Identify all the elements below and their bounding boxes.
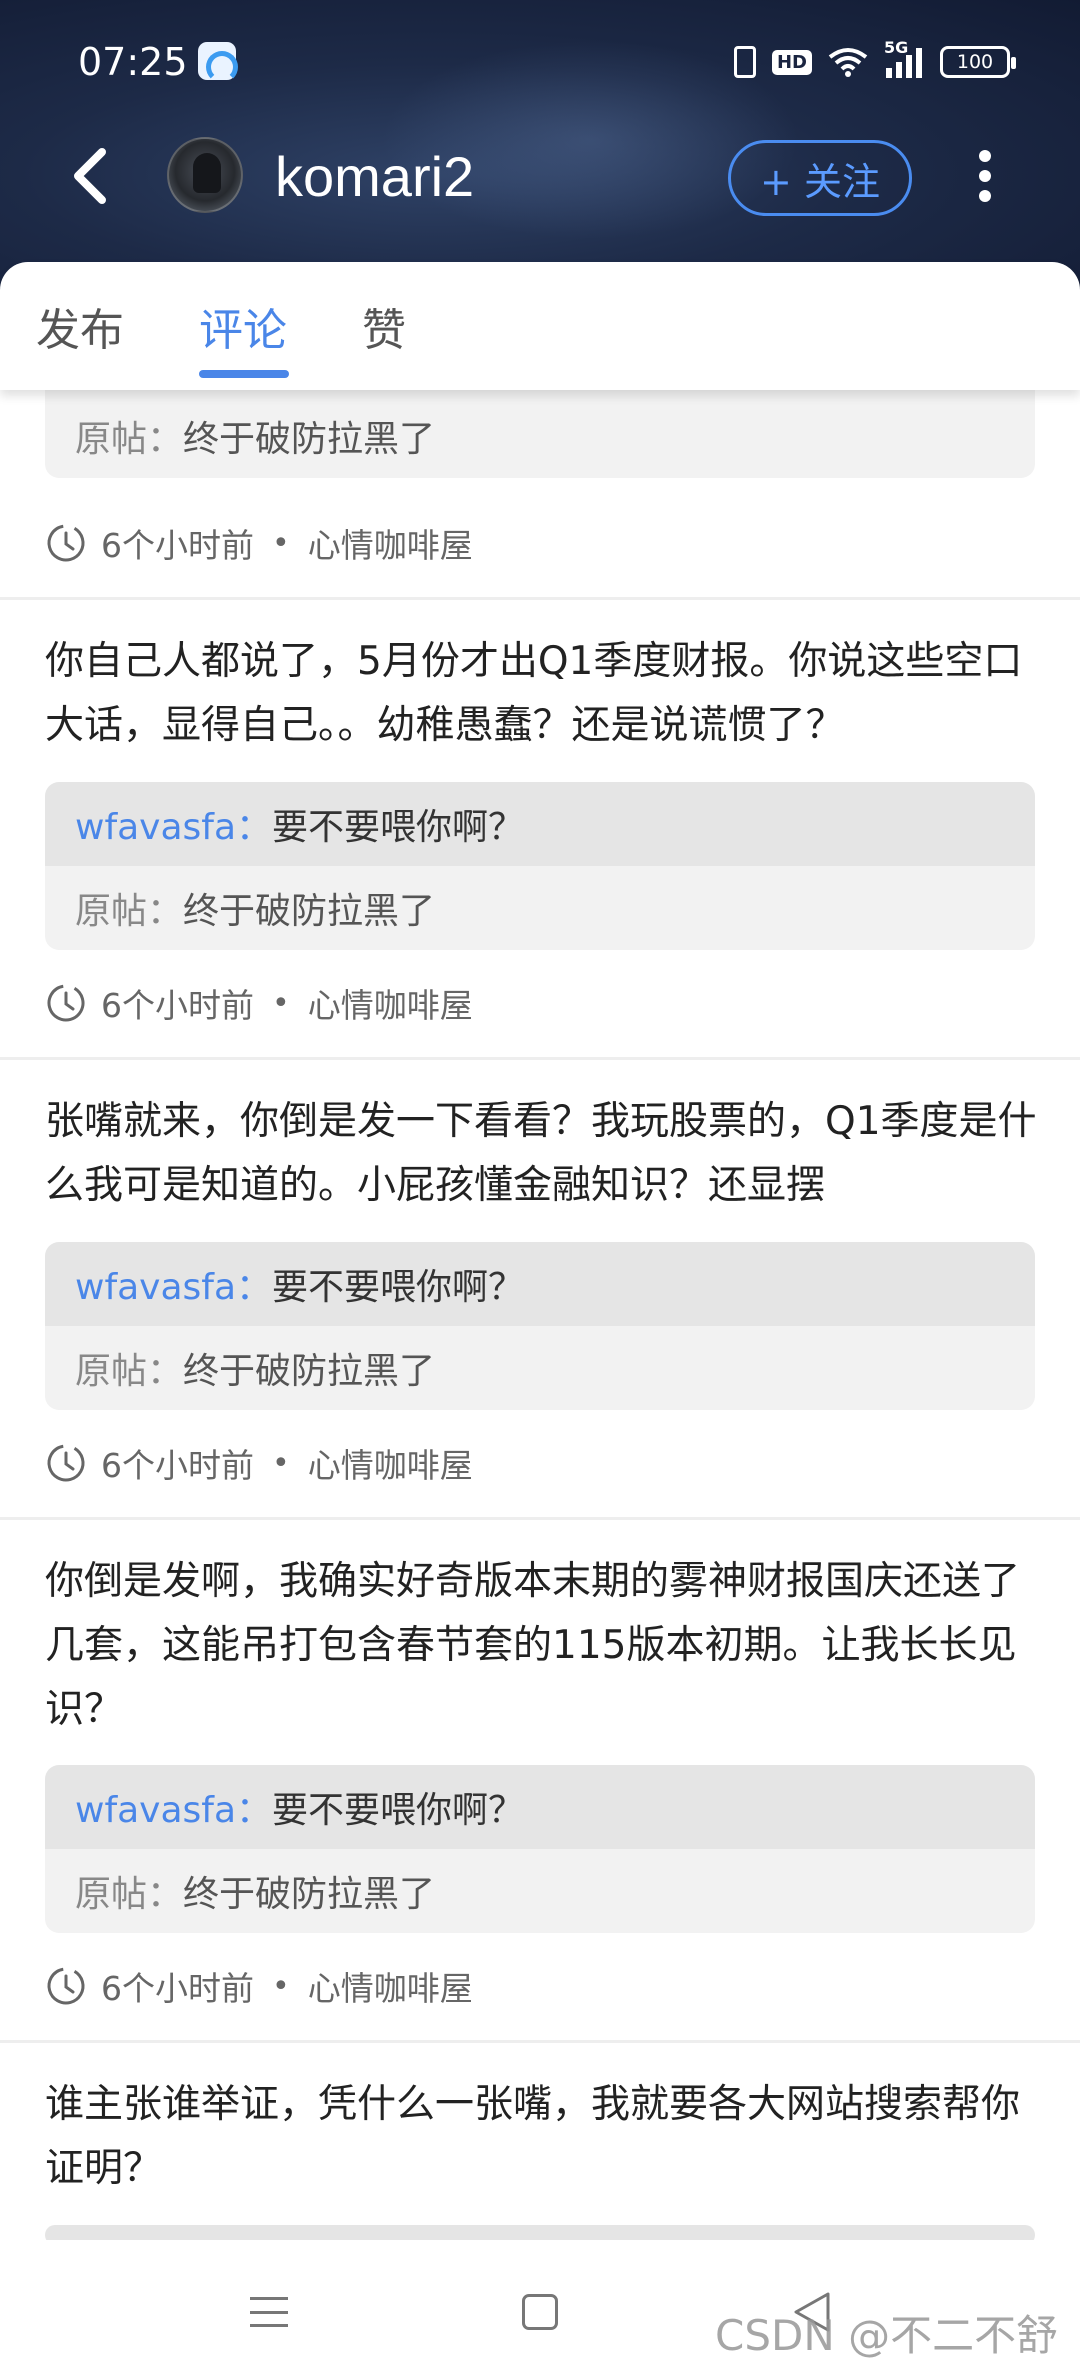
forum-name[interactable]: 心情咖啡屋 bbox=[308, 1439, 473, 1487]
forum-name[interactable]: 心情咖啡屋 bbox=[308, 519, 473, 567]
clock-icon bbox=[47, 1444, 85, 1482]
vibrate-icon bbox=[733, 46, 756, 78]
network-type-label: 5G bbox=[884, 38, 909, 57]
app-notification-icon bbox=[198, 42, 238, 83]
original-post[interactable]: 原帖： 终于破防拉黑了 bbox=[45, 1849, 1035, 1933]
comment-meta: 6个小时前 • 心情咖啡屋 bbox=[45, 978, 473, 1028]
tab-active-indicator bbox=[199, 370, 289, 378]
watermark: CSDN @不二不舒服 bbox=[715, 2311, 1059, 2375]
profile-username: komari2 bbox=[275, 145, 475, 208]
system-icons: HD 5G 100 bbox=[733, 38, 1016, 80]
comment-time: 6个小时前 bbox=[101, 1969, 254, 2008]
comment-text[interactable]: 你倒是发啊，我确实好奇版本末期的雾神财报国庆还送了几套，这能吊打包含春节套的11… bbox=[45, 1550, 1045, 1742]
hd-badge: HD bbox=[771, 49, 812, 75]
back-arrow-icon bbox=[74, 148, 106, 204]
forum-name[interactable]: 心情咖啡屋 bbox=[308, 1962, 473, 2010]
original-post-title: 终于破防拉黑了 bbox=[183, 1351, 436, 1392]
reply-text: 要不要喂你啊？ bbox=[272, 1790, 525, 1831]
more-options-button[interactable] bbox=[970, 144, 1000, 208]
wifi-icon bbox=[828, 47, 868, 77]
original-post-label: 原帖： bbox=[75, 891, 184, 932]
original-post[interactable]: 原帖： 终于破防拉黑了 bbox=[45, 1326, 1035, 1410]
quote-box[interactable]: wfavasfa： 要不要喂你啊？ 原帖： 终于破防拉黑了 bbox=[45, 1242, 1035, 1410]
system-navigation-bar: CSDN @不二不舒服 bbox=[0, 2240, 1080, 2375]
clock-icon bbox=[47, 524, 85, 562]
replied-comment[interactable]: wfavasfa： 要不要喂你啊？ bbox=[45, 1242, 1035, 1326]
status-bar: 07:25 HD 5G 100 bbox=[0, 0, 1080, 120]
forum-name[interactable]: 心情咖啡屋 bbox=[308, 979, 473, 1027]
divider bbox=[0, 2040, 1080, 2043]
reply-username[interactable]: wfavasfa： bbox=[75, 1781, 272, 1833]
menu-icon[interactable] bbox=[250, 2297, 288, 2327]
follow-button[interactable]: + 关注 bbox=[728, 140, 912, 216]
meta-separator: • bbox=[272, 525, 290, 561]
quote-box[interactable]: wfavasfa： 要不要喂你啊？ 原帖： 终于破防拉黑了 bbox=[45, 1765, 1035, 1933]
comment-time: 6个小时前 bbox=[101, 986, 254, 1025]
profile-tabs: 发布 评论 赞 bbox=[0, 262, 1080, 390]
original-post-title: 终于破防拉黑了 bbox=[183, 1874, 436, 1915]
home-square-icon[interactable] bbox=[522, 2294, 558, 2330]
original-post-title: 终于破防拉黑了 bbox=[183, 419, 436, 460]
original-post-label: 原帖： bbox=[75, 1874, 184, 1915]
original-post-title: 终于破防拉黑了 bbox=[183, 891, 436, 932]
original-post[interactable]: 原帖： 终于破防拉黑了 bbox=[45, 866, 1035, 950]
comment-meta: 6个小时前 • 心情咖啡屋 bbox=[45, 1438, 473, 1488]
quote-box[interactable] bbox=[45, 2225, 1035, 2240]
comment-time: 6个小时前 bbox=[101, 526, 254, 565]
comment-text[interactable]: 张嘴就来，你倒是发一下看看？我玩股票的，Q1季度是什么我可是知道的。小屁孩懂金融… bbox=[45, 1090, 1045, 1218]
more-vertical-icon bbox=[979, 150, 991, 162]
original-post-label: 原帖： bbox=[75, 1351, 184, 1392]
original-post-label: 原帖： bbox=[75, 419, 184, 460]
meta-separator: • bbox=[272, 1968, 290, 2004]
comment-list: 原帖： 终于破防拉黑了 6个小时前 • 心情咖啡屋 你自己人都说了，5月份才出Q… bbox=[0, 390, 1080, 2240]
quote-box[interactable]: 原帖： 终于破防拉黑了 bbox=[45, 390, 1035, 478]
signal-icon: 5G bbox=[884, 38, 924, 78]
replied-comment[interactable]: wfavasfa： 要不要喂你啊？ bbox=[45, 782, 1035, 866]
reply-text: 要不要喂你啊？ bbox=[272, 807, 525, 848]
status-time: 07:25 bbox=[78, 40, 188, 84]
replied-comment[interactable]: wfavasfa： 要不要喂你啊？ bbox=[45, 1765, 1035, 1849]
comment-meta: 6个小时前 • 心情咖啡屋 bbox=[45, 518, 473, 568]
meta-separator: • bbox=[272, 985, 290, 1021]
back-button[interactable] bbox=[62, 144, 126, 208]
profile-nav-row: komari2 + 关注 bbox=[0, 120, 1080, 240]
reply-username[interactable]: wfavasfa： bbox=[75, 1258, 272, 1310]
tab-likes[interactable]: 赞 bbox=[362, 294, 406, 358]
profile-header: 07:25 HD 5G 100 komari2 + 关注 bbox=[0, 0, 1080, 290]
comment-text[interactable]: 你自己人都说了，5月份才出Q1季度财报。你说这些空口大话，显得自己。。幼稚愚蠢？… bbox=[45, 630, 1045, 758]
divider bbox=[0, 597, 1080, 600]
tab-comments[interactable]: 评论 bbox=[199, 294, 287, 358]
meta-separator: • bbox=[272, 1445, 290, 1481]
clock-icon bbox=[47, 1967, 85, 2005]
avatar[interactable] bbox=[167, 137, 243, 213]
divider bbox=[0, 1057, 1080, 1060]
clock-icon bbox=[47, 984, 85, 1022]
original-post[interactable]: 原帖： 终于破防拉黑了 bbox=[45, 390, 1035, 478]
comment-meta: 6个小时前 • 心情咖啡屋 bbox=[45, 1961, 473, 2011]
quote-box[interactable]: wfavasfa： 要不要喂你啊？ 原帖： 终于破防拉黑了 bbox=[45, 782, 1035, 950]
tab-posts[interactable]: 发布 bbox=[36, 294, 124, 358]
comment-text[interactable]: 谁主张谁举证，凭什么一张嘴，我就要各大网站搜索帮你证明？ bbox=[45, 2073, 1045, 2201]
divider bbox=[0, 1517, 1080, 1520]
comment-time: 6个小时前 bbox=[101, 1446, 254, 1485]
reply-username[interactable]: wfavasfa： bbox=[75, 798, 272, 850]
battery-indicator: 100 bbox=[940, 46, 1016, 78]
reply-text: 要不要喂你啊？ bbox=[272, 1267, 525, 1308]
